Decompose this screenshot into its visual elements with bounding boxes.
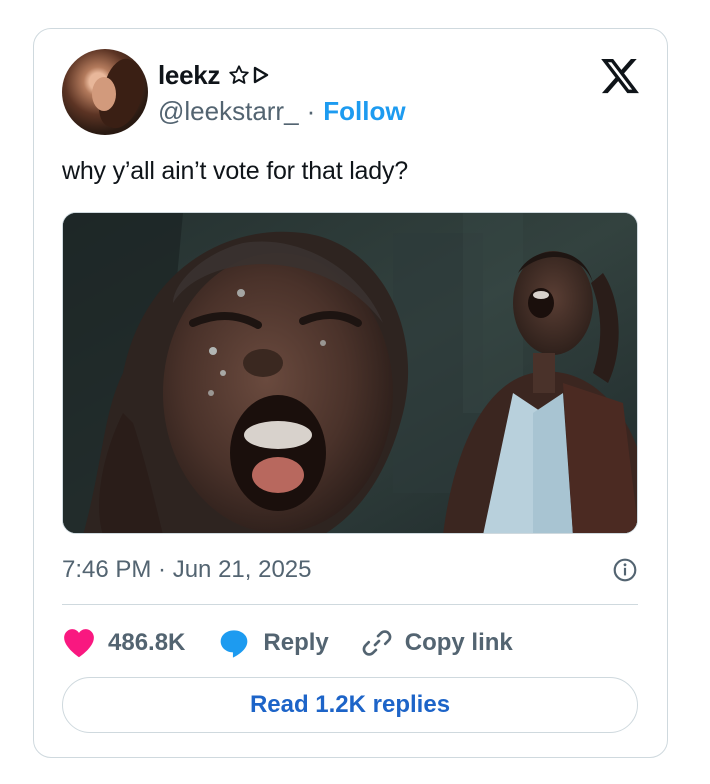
name-emoji (228, 64, 270, 86)
handle-row: @leekstarr_ · Follow (158, 95, 406, 127)
tweet-text: why y’all ain’t vote for that lady? (62, 157, 408, 185)
like-count: 486.8K (108, 629, 186, 656)
action-bar: 486.8K Reply Copy link (62, 623, 545, 663)
star-icon (229, 65, 249, 84)
x-logo-icon[interactable] (599, 55, 641, 97)
name-row: leekz (158, 59, 270, 91)
reply-label: Reply (263, 629, 329, 656)
read-replies-button[interactable]: Read 1.2K replies (62, 677, 638, 733)
follow-button[interactable]: Follow (323, 96, 405, 127)
reply-bubble-icon (221, 630, 248, 658)
copy-link-label: Copy link (404, 629, 513, 656)
play-icon (253, 66, 269, 84)
tweet-image[interactable] (62, 212, 638, 534)
tweet-timestamp[interactable]: 7:46 PM · Jun 21, 2025 (62, 556, 312, 584)
info-icon[interactable] (612, 557, 638, 583)
display-name[interactable]: leekz (158, 60, 220, 91)
user-handle[interactable]: @leekstarr_ (158, 96, 299, 127)
reply-button[interactable]: Reply (217, 627, 329, 659)
timestamp-row: 7:46 PM · Jun 21, 2025 (62, 553, 638, 587)
avatar[interactable] (62, 49, 148, 135)
heart-icon (64, 629, 94, 658)
divider (62, 604, 638, 605)
link-icon (362, 630, 392, 656)
tweet-card: leekz @leekstarr_ · Follow why y’all ain… (33, 28, 668, 758)
tweet-image-graphic (63, 213, 637, 533)
like-button[interactable]: 486.8K (62, 627, 185, 659)
copy-link-button[interactable]: Copy link (361, 627, 513, 659)
separator-dot: · (306, 95, 316, 126)
